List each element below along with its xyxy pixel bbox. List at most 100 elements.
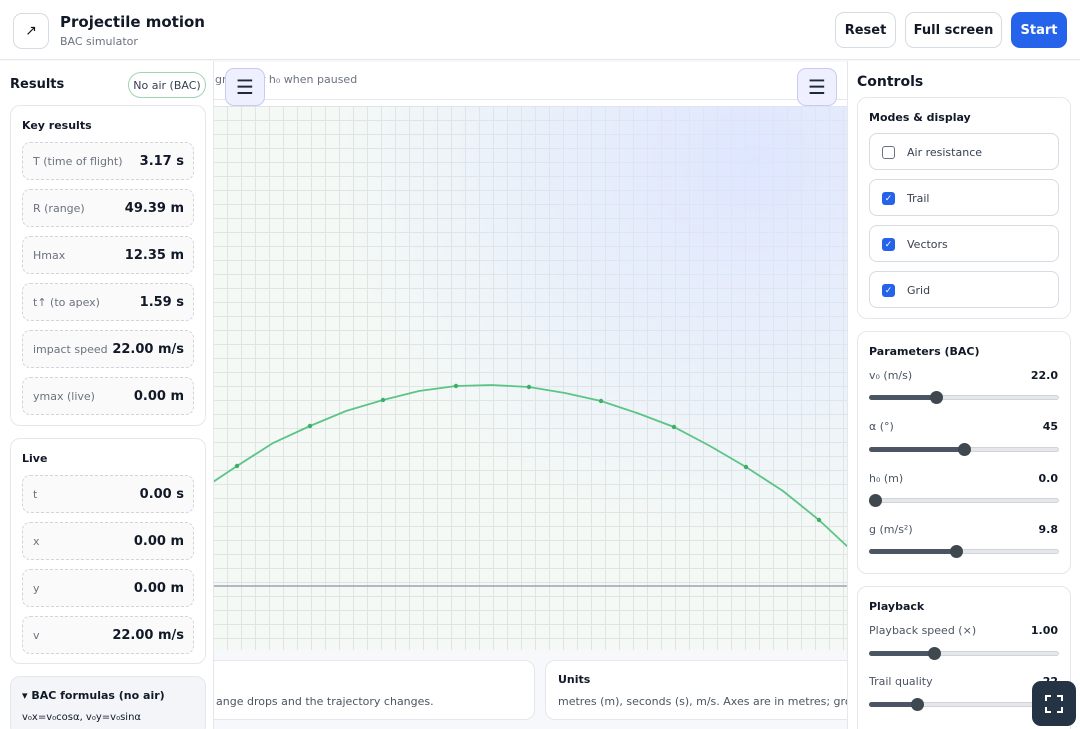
- metric-label: v: [33, 629, 40, 642]
- metric-label: x: [33, 535, 40, 548]
- arrow-up-right-icon: ↗: [25, 23, 37, 39]
- parameters-title: Parameters (BAC): [869, 345, 980, 358]
- results-panel: Results No air (BAC) Key results T (time…: [0, 61, 214, 729]
- hint-bar: gr dle for h₀ when paused: [213, 62, 848, 100]
- modes-group: Modes & display Air resistance ✓ Trail ✓…: [857, 97, 1071, 319]
- slider-thumb[interactable]: [929, 391, 943, 404]
- checkbox[interactable]: ✓: [882, 192, 895, 205]
- toggle-label: Grid: [907, 284, 931, 297]
- slider-alpha[interactable]: [869, 442, 1059, 456]
- trail-marker: [307, 423, 313, 429]
- trail-markers: [234, 383, 822, 523]
- param-value: 0.0: [1038, 472, 1059, 485]
- live-group: Live t 0.00 s x 0.00 m y 0.00 m v 22.00 …: [10, 438, 206, 664]
- live-y: y 0.00 m: [22, 569, 194, 607]
- toggle-label: Vectors: [907, 238, 948, 251]
- start-button[interactable]: Start: [1011, 12, 1067, 48]
- toggle-label: Air resistance: [907, 146, 983, 159]
- metric-value: 22.00 m/s: [112, 628, 184, 643]
- key-results-title: Key results: [22, 119, 92, 132]
- metric-hmax: Hmax 12.35 m: [22, 236, 194, 274]
- toggle-air-resistance[interactable]: Air resistance: [869, 133, 1059, 170]
- trail-marker: [234, 463, 240, 469]
- trail-marker: [816, 517, 822, 523]
- slider-thumb[interactable]: [950, 545, 964, 558]
- metric-time-to-apex: t↑ (to apex) 1.59 s: [22, 283, 194, 321]
- app-title: Projectile motion: [60, 13, 205, 31]
- slider-h0[interactable]: [869, 493, 1059, 507]
- trail-marker: [671, 424, 677, 430]
- plot-area[interactable]: [213, 106, 848, 650]
- slider-thumb[interactable]: [869, 494, 882, 507]
- toggle-grid[interactable]: ✓ Grid: [869, 271, 1059, 308]
- expand-icon: [1045, 694, 1063, 713]
- metric-time-of-flight: T (time of flight) 3.17 s: [22, 142, 194, 180]
- param-label: α (°): [869, 420, 894, 433]
- info-card: ange drops and the trajectory changes.: [200, 660, 535, 720]
- metric-value: 12.35 m: [124, 248, 184, 263]
- hamburger-icon: ☰: [808, 75, 826, 99]
- units-title: Units: [558, 673, 591, 686]
- live-t: t 0.00 s: [22, 475, 194, 513]
- info-card-text: ange drops and the trajectory changes.: [216, 695, 434, 708]
- checkbox[interactable]: ✓: [882, 238, 895, 251]
- units-card: Units metres (m), seconds (s), m/s. Axes…: [545, 660, 855, 720]
- controls-panel: Controls Modes & display Air resistance …: [847, 61, 1080, 729]
- live-v: v 22.00 m/s: [22, 616, 194, 654]
- param-value: 45: [1042, 420, 1058, 433]
- checkbox[interactable]: ✓: [882, 284, 895, 297]
- slider-trail-quality[interactable]: [869, 697, 1059, 711]
- live-x: x 0.00 m: [22, 522, 194, 560]
- toggle-trail[interactable]: ✓ Trail: [869, 179, 1059, 216]
- slider-thumb[interactable]: [910, 698, 924, 711]
- param-label: Playback speed (×): [869, 624, 977, 637]
- metric-label: Hmax: [33, 249, 66, 262]
- trail-marker: [598, 398, 604, 404]
- param-value: 1.00: [1030, 624, 1058, 637]
- metric-value: 49.39 m: [124, 201, 184, 216]
- metric-label: y: [33, 582, 40, 595]
- bac-formula: v₀x=v₀cosα, v₀y=v₀sinα: [22, 712, 141, 723]
- slider-g[interactable]: [869, 544, 1059, 558]
- left-menu-button[interactable]: ☰: [225, 68, 265, 106]
- fullscreen-toggle-button[interactable]: [1032, 681, 1076, 726]
- trajectory-plot: [213, 383, 848, 587]
- metric-label: impact speed: [33, 343, 108, 356]
- slider-fill: [869, 549, 957, 554]
- slider-v0[interactable]: [869, 390, 1059, 404]
- checkbox[interactable]: [882, 146, 895, 159]
- slider-thumb[interactable]: [958, 443, 971, 456]
- trajectory-trail: [213, 384, 848, 549]
- right-menu-button[interactable]: ☰: [797, 68, 837, 106]
- toggle-vectors[interactable]: ✓ Vectors: [869, 225, 1059, 262]
- param-value: 22.0: [1030, 369, 1058, 382]
- playback-title: Playback: [869, 600, 925, 613]
- parameters-group: Parameters (BAC) v₀ (m/s) 22.0 α (°) 45 …: [857, 331, 1071, 574]
- results-title: Results: [10, 77, 65, 92]
- app-header: ↗ Projectile motion BAC simulator Reset …: [0, 0, 1080, 60]
- metric-impact-speed: impact speed 22.00 m/s: [22, 330, 194, 368]
- metric-label: t↑ (to apex): [33, 296, 100, 309]
- trail-marker: [743, 464, 749, 470]
- param-label: Trail quality: [869, 675, 933, 688]
- metric-ymax-live: ymax (live) 0.00 m: [22, 377, 194, 415]
- metric-value: 22.00 m/s: [112, 342, 184, 357]
- reset-button[interactable]: Reset: [835, 12, 896, 48]
- toggle-label: Trail: [907, 192, 930, 205]
- metric-value: 0.00 m: [133, 389, 184, 404]
- slider-playback-speed[interactable]: [869, 646, 1059, 660]
- slider-track: [869, 498, 1059, 503]
- trail-marker: [453, 383, 459, 389]
- fullscreen-button[interactable]: Full screen: [905, 12, 1002, 48]
- param-label: h₀ (m): [869, 472, 904, 485]
- slider-thumb[interactable]: [927, 647, 941, 660]
- metric-value: 0.00 m: [133, 534, 184, 549]
- controls-title: Controls: [857, 74, 924, 90]
- simulation-canvas[interactable]: gr dle for h₀ when paused: [212, 62, 848, 650]
- slider-fill: [869, 447, 964, 452]
- trail-marker: [526, 384, 532, 390]
- open-external-button[interactable]: ↗: [13, 13, 49, 49]
- bac-formulas-disclosure[interactable]: ▾ BAC formulas (no air) v₀x=v₀cosα, v₀y=…: [10, 676, 206, 729]
- bac-formulas-title[interactable]: ▾ BAC formulas (no air): [22, 689, 165, 702]
- trail-marker: [380, 397, 386, 403]
